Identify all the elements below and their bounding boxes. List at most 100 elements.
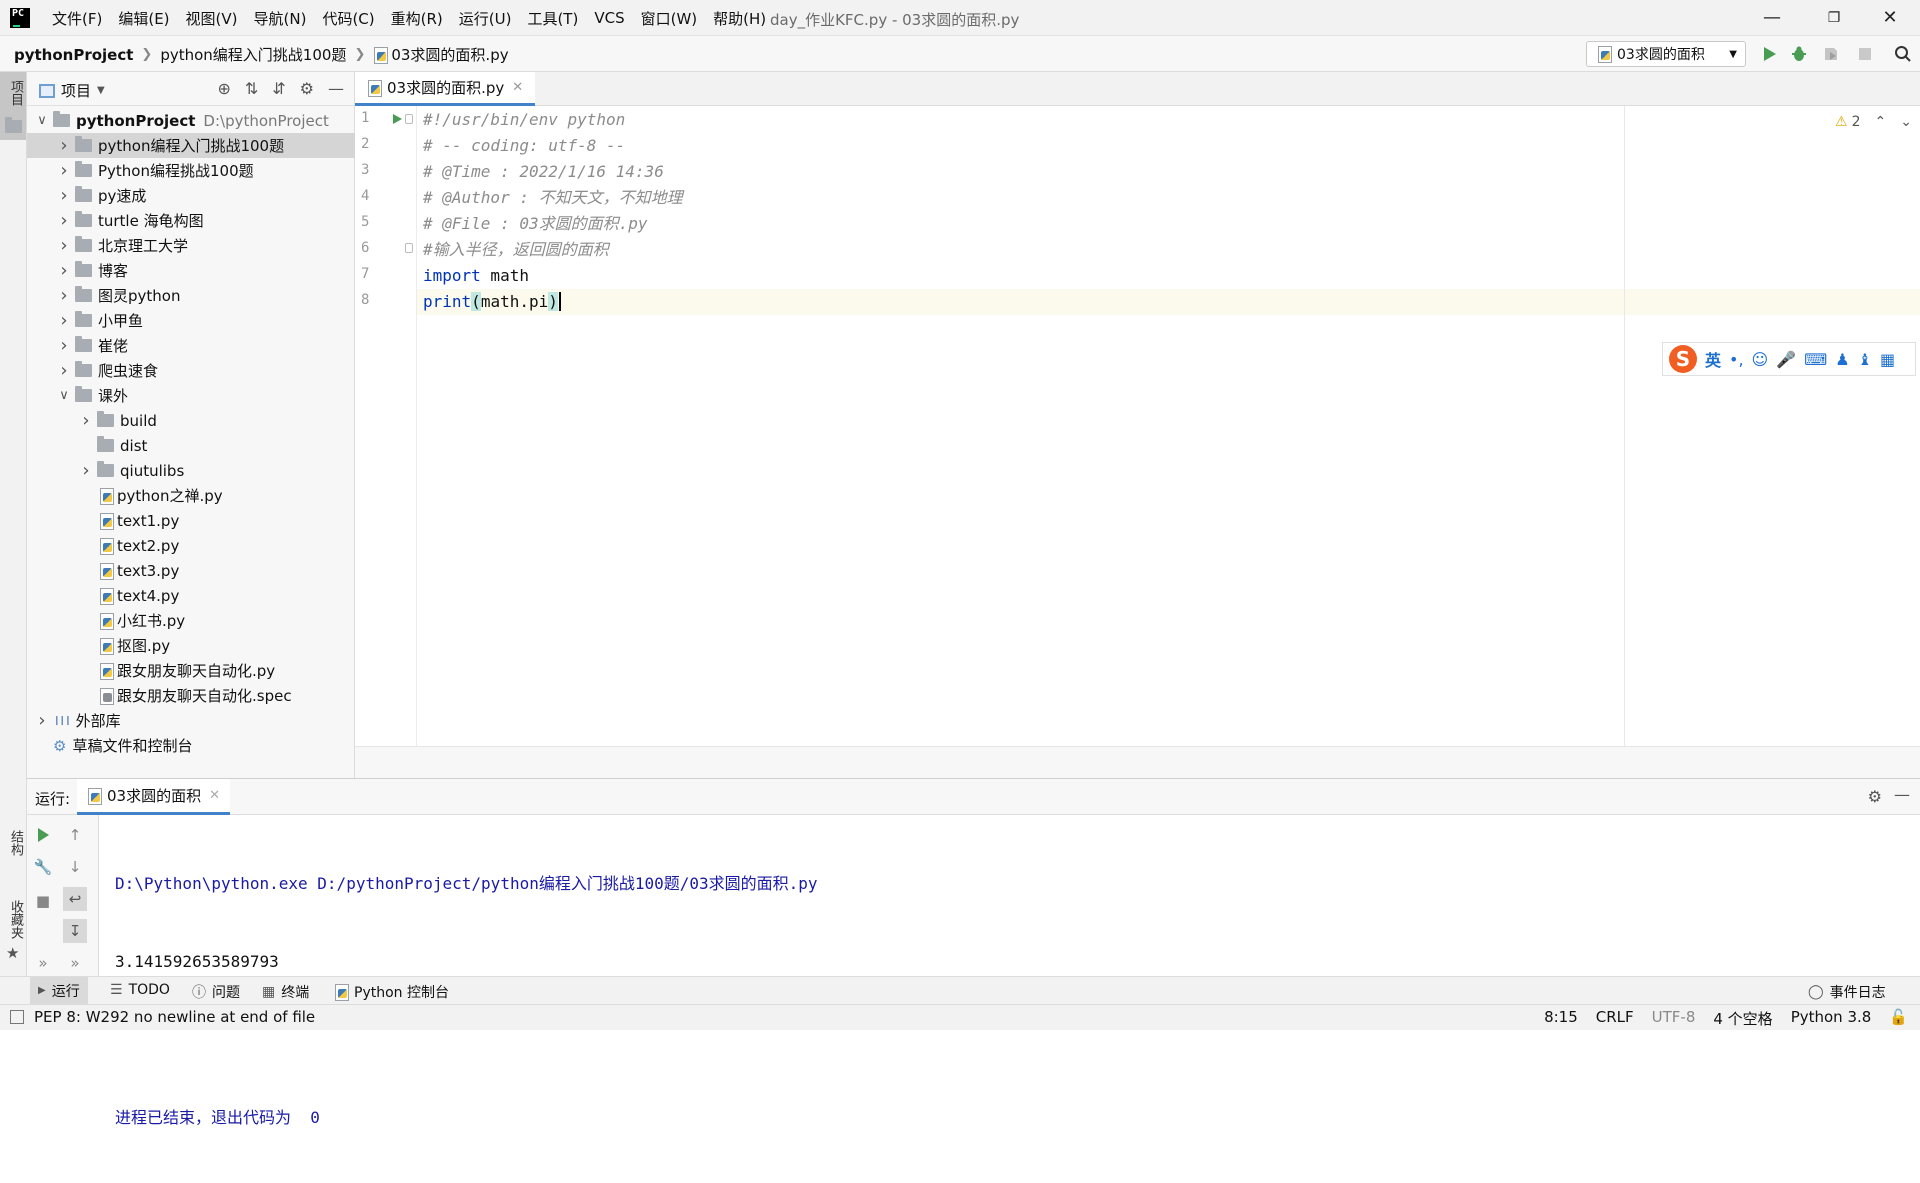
ime-language[interactable]: 英 [1705, 347, 1721, 371]
tree-item[interactable]: › 博客 [27, 258, 355, 283]
tree-item[interactable]: › 小甲鱼 [27, 308, 355, 333]
menu-refactor[interactable]: 重构(R) [383, 8, 451, 29]
menu-window[interactable]: 窗口(W) [633, 8, 706, 29]
chevron-right-icon[interactable]: › [79, 410, 93, 431]
sogou-logo-icon[interactable]: S [1669, 345, 1697, 373]
hide-icon[interactable]: — [328, 79, 344, 98]
expand-all-icon[interactable]: ⇅ [245, 79, 258, 98]
fold-icon[interactable] [405, 243, 413, 253]
more-icon[interactable]: » [31, 951, 55, 975]
restore-icon[interactable]: ❐ [1822, 6, 1846, 30]
project-view-select[interactable]: 项目 ▼ [39, 80, 105, 101]
favorites-tool-tab[interactable]: 收藏夹 [2, 900, 25, 939]
previous-highlight-icon[interactable]: ⌃ [1874, 114, 1886, 130]
menu-view[interactable]: 视图(V) [178, 8, 246, 29]
chevron-right-icon[interactable]: › [57, 285, 71, 306]
emoji-icon[interactable]: ☺ [1752, 350, 1769, 369]
menu-file[interactable]: 文件(F) [44, 8, 110, 29]
project-tool-tab[interactable]: 项目 [0, 72, 26, 140]
search-icon[interactable] [1894, 45, 1912, 63]
tree-item[interactable]: 小红书.py [27, 608, 355, 633]
line-separator[interactable]: CRLF [1596, 1008, 1634, 1029]
chevron-right-icon[interactable]: › [57, 335, 71, 356]
file-encoding[interactable]: UTF-8 [1652, 1008, 1696, 1029]
more-icon[interactable]: » [63, 951, 87, 975]
menu-run[interactable]: 运行(U) [451, 8, 520, 29]
coverage-icon[interactable] [1822, 45, 1840, 63]
tree-item[interactable]: › Python编程挑战100题 [27, 158, 355, 183]
chevron-right-icon[interactable]: › [57, 360, 71, 381]
run-gutter-icon[interactable] [391, 113, 403, 125]
tree-item[interactable]: › py速成 [27, 183, 355, 208]
structure-tool-tab[interactable]: 结构 [2, 830, 25, 856]
terminal-tool-tab[interactable]: ▦ 终端 [262, 982, 309, 1002]
tree-item[interactable]: ⚙ 草稿文件和控制台 [27, 733, 355, 758]
breadcrumb-project[interactable]: pythonProject [14, 46, 133, 64]
chevron-down-icon[interactable]: ∨ [35, 113, 49, 128]
tree-item[interactable]: › 图灵python [27, 283, 355, 308]
tree-item[interactable]: python之禅.py [27, 483, 355, 508]
problems-tool-tab[interactable]: ⓘ 问题 [192, 982, 240, 1002]
tree-item[interactable]: › 北京理工大学 [27, 233, 355, 258]
arrow-up-icon[interactable]: ↑ [63, 823, 87, 847]
ime-toolbar[interactable]: S 英 •, ☺ 🎤 ⌨ ♟ ♝ ▦ [1662, 342, 1916, 376]
tree-item[interactable]: text3.py [27, 558, 355, 583]
breadcrumb-file[interactable]: 03求圆的面积.py [391, 44, 508, 65]
gear-icon[interactable]: ⚙ [300, 79, 314, 98]
menu-code[interactable]: 代码(C) [314, 8, 382, 29]
minimize-icon[interactable]: — [1760, 6, 1784, 30]
python-interpreter[interactable]: Python 3.8 [1791, 1008, 1872, 1029]
chevron-right-icon[interactable]: › [57, 210, 71, 231]
soft-wrap-icon[interactable]: ↩ [63, 887, 87, 911]
tree-item[interactable]: ∨ pythonProject D:\pythonProject [27, 108, 355, 133]
tree-item[interactable]: 跟女朋友聊天自动化.spec [27, 683, 355, 708]
close-tab-icon[interactable]: ✕ [512, 80, 523, 95]
chevron-right-icon[interactable]: › [57, 160, 71, 181]
ime-punctuation[interactable]: •, [1729, 350, 1744, 369]
chevron-right-icon[interactable]: › [57, 235, 71, 256]
arrow-down-icon[interactable]: ↓ [63, 855, 87, 879]
wrench-icon[interactable]: 🔧 [31, 855, 55, 879]
tree-item[interactable]: › 崔佬 [27, 333, 355, 358]
chevron-right-icon[interactable]: › [57, 260, 71, 281]
fold-icon[interactable] [405, 114, 413, 124]
next-highlight-icon[interactable]: ⌄ [1900, 114, 1912, 130]
chevron-right-icon[interactable]: › [57, 185, 71, 206]
event-log-tool-tab[interactable]: ◯ 事件日志 [1808, 982, 1886, 1002]
tab-03-circle-area[interactable]: 03求圆的面积.py ✕ [355, 72, 536, 106]
tree-item[interactable]: 抠图.py [27, 633, 355, 658]
run-tool-tab[interactable]: ▶ 运行 [30, 977, 88, 1004]
rerun-icon[interactable] [35, 827, 51, 843]
code-editor[interactable]: #!/usr/bin/env python # -- coding: utf-8… [417, 106, 1920, 746]
tree-item[interactable]: › ❙❙❙ 外部库 [27, 708, 355, 733]
gear-icon[interactable]: ⚙ [1868, 787, 1882, 806]
tree-item[interactable]: › build [27, 408, 355, 433]
tree-item[interactable]: 跟女朋友聊天自动化.py [27, 658, 355, 683]
menu-vcs[interactable]: VCS [586, 9, 632, 27]
stop-icon[interactable] [1856, 45, 1874, 63]
todo-tool-tab[interactable]: ☰ TODO [110, 982, 170, 998]
run-icon[interactable] [1760, 45, 1778, 63]
tree-item[interactable]: text4.py [27, 583, 355, 608]
indent-setting[interactable]: 4 个空格 [1713, 1008, 1772, 1029]
inspection-widget[interactable]: ⚠ 2 ⌃ ⌄ [1835, 114, 1912, 130]
chevron-right-icon[interactable]: › [57, 135, 71, 156]
chevron-right-icon[interactable]: › [79, 460, 93, 481]
chevron-down-icon[interactable]: ∨ [57, 388, 71, 403]
tree-item[interactable]: › turtle 海龟构图 [27, 208, 355, 233]
microphone-icon[interactable]: 🎤 [1776, 350, 1796, 369]
skin-icon[interactable]: ♝ [1858, 350, 1872, 369]
keyboard-icon[interactable]: ⌨ [1804, 350, 1827, 369]
scroll-to-end-icon[interactable]: ↧ [63, 919, 87, 943]
collapse-all-icon[interactable]: ⇵ [272, 79, 285, 98]
menu-help[interactable]: 帮助(H) [705, 8, 774, 29]
menu-edit[interactable]: 编辑(E) [110, 8, 177, 29]
stop-icon[interactable]: ■ [31, 889, 55, 913]
menu-tools[interactable]: 工具(T) [519, 8, 586, 29]
status-message[interactable]: PEP 8: W292 no newline at end of file [34, 1008, 315, 1026]
pycharm-logo-icon[interactable]: PC [10, 8, 30, 28]
debug-icon[interactable] [1790, 45, 1808, 63]
locate-icon[interactable]: ⊕ [217, 79, 230, 98]
menu-navigate[interactable]: 导航(N) [246, 8, 315, 29]
tree-item[interactable]: › qiutulibs [27, 458, 355, 483]
